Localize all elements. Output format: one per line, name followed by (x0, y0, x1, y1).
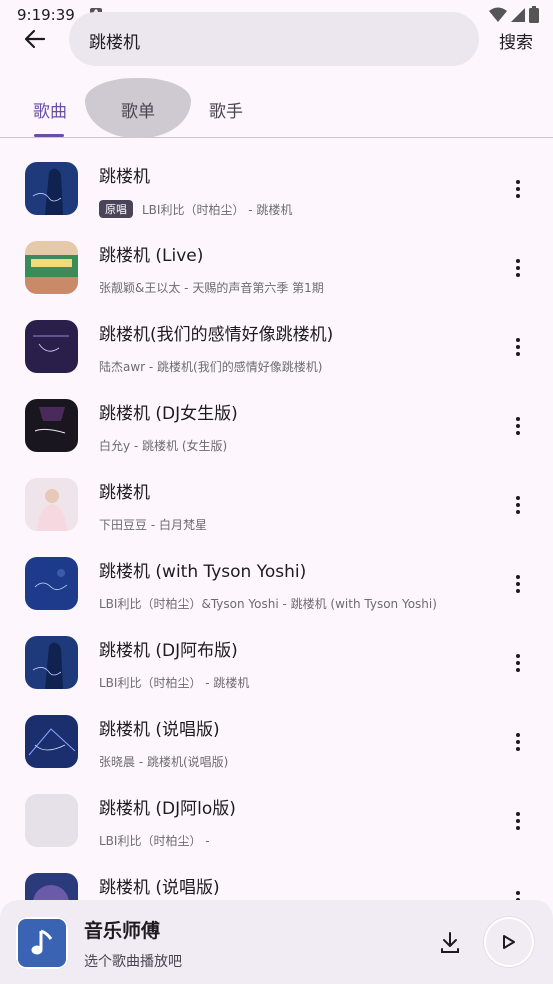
album-cover (25, 320, 78, 373)
song-title: 跳楼机 (99, 483, 150, 503)
more-vert-icon (516, 259, 520, 277)
song-title: 跳楼机 (with Tyson Yoshi) (99, 562, 307, 582)
song-meta: LBI利比（时柏尘） - (99, 832, 210, 849)
song-meta: 下田豆豆 - 白月梵星 (99, 516, 207, 533)
download-icon (441, 932, 459, 953)
song-title: 跳楼机(我们的感情好像跳楼机) (99, 325, 334, 345)
song-item[interactable]: 跳楼机 (DJ阿布版) LBI利比（时柏尘） - 跳楼机 (0, 624, 553, 703)
album-cover (25, 399, 78, 452)
player-cover (16, 917, 68, 969)
music-note-icon (31, 929, 53, 955)
tab-songs[interactable]: 歌曲 (33, 97, 67, 122)
tab-artists[interactable]: 歌手 (209, 97, 243, 122)
more-button[interactable] (508, 257, 528, 279)
status-time: 9:19:39 (17, 6, 75, 24)
more-button[interactable] (508, 415, 528, 437)
tab-indicator (34, 134, 64, 137)
song-title: 跳楼机 (说唱版) (99, 720, 220, 740)
song-meta: LBI利比（时柏尘）&Tyson Yoshi - 跳楼机 (with Tyson… (99, 595, 437, 612)
song-artist: LBI利比（时柏尘）&Tyson Yoshi - 跳楼机 (with Tyson… (99, 597, 437, 611)
album-cover (25, 478, 78, 531)
song-artist: 张靓颖&王以太 - 天赐的声音第六季 第1期 (99, 281, 324, 295)
song-artist: 张晓晨 - 跳楼机(说唱版) (99, 755, 229, 769)
download-button[interactable] (437, 930, 463, 956)
song-artist: 下田豆豆 - 白月梵星 (99, 518, 207, 532)
song-meta: 张晓晨 - 跳楼机(说唱版) (99, 753, 228, 770)
arrow-left-icon (24, 29, 46, 49)
more-button[interactable] (508, 731, 528, 753)
more-vert-icon (516, 338, 520, 356)
song-artist: 陆杰awr - 跳楼机(我们的感情好像跳楼机) (99, 360, 323, 374)
song-artist: 白允y - 跳楼机 (女生版) (99, 439, 228, 453)
play-icon (503, 935, 515, 949)
search-query: 跳楼机 (89, 33, 140, 53)
song-meta: 陆杰awr - 跳楼机(我们的感情好像跳楼机) (99, 358, 322, 375)
song-item[interactable]: 跳楼机 (说唱版) 张晓晨 - 跳楼机(说唱版) (0, 703, 553, 782)
player-title: 音乐师傅 (84, 920, 161, 942)
song-title: 跳楼机 (DJ阿lo版) (99, 799, 236, 819)
song-title: 跳楼机 (DJ阿布版) (99, 641, 238, 661)
signal-icon (511, 7, 525, 22)
more-button[interactable] (508, 494, 528, 516)
song-title: 跳楼机 (DJ女生版) (99, 404, 238, 424)
song-meta: LBI利比（时柏尘） - 跳楼机 (99, 674, 249, 691)
song-title: 跳楼机 (Live) (99, 246, 204, 266)
album-cover-placeholder (25, 794, 78, 847)
song-artist: LBI利比（时柏尘） - (99, 834, 210, 848)
song-item[interactable]: 跳楼机 (with Tyson Yoshi) LBI利比（时柏尘）&Tyson … (0, 545, 553, 624)
song-artist: LBI利比（时柏尘） - 跳楼机 (142, 202, 293, 217)
mini-player[interactable]: 音乐师傅 选个歌曲播放吧 (0, 900, 553, 984)
tab-bar: 歌曲 歌单 歌手 (0, 78, 553, 138)
more-vert-icon (516, 180, 520, 198)
song-item[interactable]: 跳楼机(我们的感情好像跳楼机) 陆杰awr - 跳楼机(我们的感情好像跳楼机) (0, 308, 553, 387)
song-artist: LBI利比（时柏尘） - 跳楼机 (99, 676, 250, 690)
more-button[interactable] (508, 810, 528, 832)
more-vert-icon (516, 496, 520, 514)
more-vert-icon (516, 417, 520, 435)
original-badge: 原唱 (99, 200, 133, 218)
album-cover (25, 241, 78, 294)
wifi-icon (489, 7, 507, 22)
more-vert-icon (516, 654, 520, 672)
song-list[interactable]: 跳楼机 原唱 LBI利比（时柏尘） - 跳楼机 跳楼机 (Live) 张靓颖&王… (0, 150, 553, 904)
song-item[interactable]: 跳楼机 (DJ女生版) 白允y - 跳楼机 (女生版) (0, 387, 553, 466)
search-button[interactable]: 搜索 (499, 28, 533, 53)
song-item[interactable]: 跳楼机 (说唱版) (0, 861, 553, 904)
song-title: 跳楼机 (99, 167, 150, 187)
more-button[interactable] (508, 652, 528, 674)
more-vert-icon (516, 733, 520, 751)
song-meta: 白允y - 跳楼机 (女生版) (99, 437, 227, 454)
tab-playlists[interactable]: 歌单 (121, 97, 155, 122)
song-item[interactable]: 跳楼机 (DJ阿lo版) LBI利比（时柏尘） - (0, 782, 553, 861)
song-meta: 张靓颖&王以太 - 天赐的声音第六季 第1期 (99, 279, 324, 296)
album-cover (25, 557, 78, 610)
more-button[interactable] (508, 573, 528, 595)
more-button[interactable] (508, 336, 528, 358)
more-vert-icon (516, 812, 520, 830)
song-item[interactable]: 跳楼机 (Live) 张靓颖&王以太 - 天赐的声音第六季 第1期 (0, 229, 553, 308)
battery-icon (529, 6, 539, 23)
status-icons (489, 6, 539, 23)
album-cover (25, 715, 78, 768)
back-button[interactable] (20, 24, 50, 54)
album-cover (25, 162, 78, 215)
play-button[interactable] (484, 917, 534, 967)
song-item[interactable]: 跳楼机 下田豆豆 - 白月梵星 (0, 466, 553, 545)
song-title: 跳楼机 (说唱版) (99, 878, 220, 898)
player-subtitle: 选个歌曲播放吧 (84, 954, 182, 970)
more-vert-icon (516, 575, 520, 593)
song-item[interactable]: 跳楼机 原唱 LBI利比（时柏尘） - 跳楼机 (0, 150, 553, 229)
more-button[interactable] (508, 178, 528, 200)
search-input[interactable]: 跳楼机 (69, 12, 479, 66)
album-cover (25, 636, 78, 689)
song-meta: 原唱 LBI利比（时柏尘） - 跳楼机 (99, 200, 292, 218)
